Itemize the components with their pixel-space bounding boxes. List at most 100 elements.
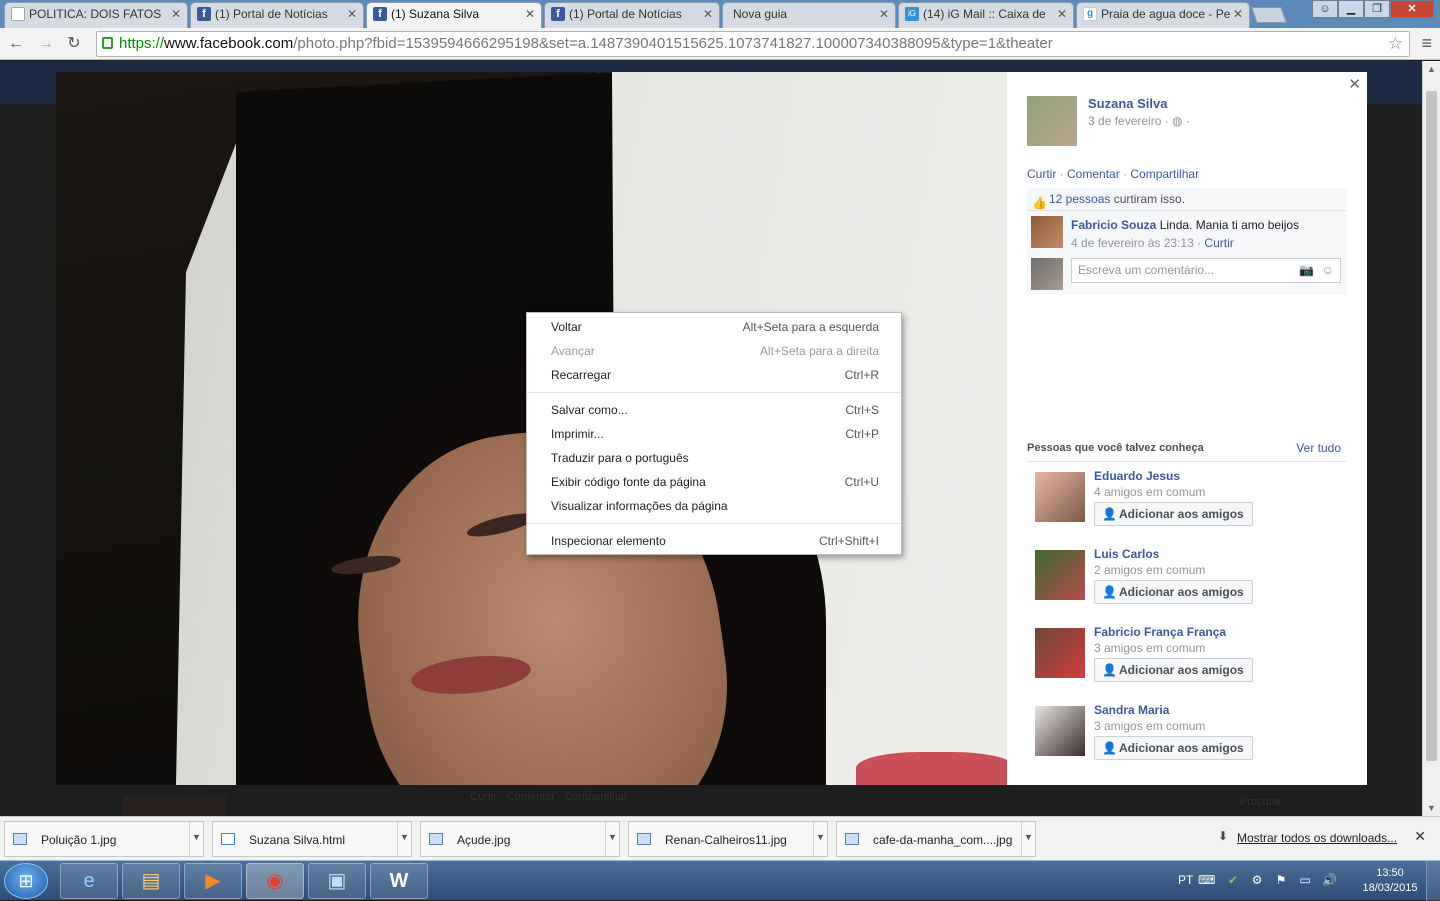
- volume-icon[interactable]: 🔊: [1322, 873, 1337, 887]
- chevron-down-icon[interactable]: ▼: [397, 822, 411, 856]
- menu-item-avancar[interactable]: Avançar Alt+Seta para a direita: [527, 340, 901, 362]
- forward-arrow-icon[interactable]: →: [36, 34, 56, 54]
- url-path: /photo.php?fbid=1539594666295198&set=a.1…: [293, 35, 1053, 52]
- mutual-friends[interactable]: 2 amigos em comum: [1094, 563, 1205, 577]
- comment-input[interactable]: Escreva um comentário... 📷 ☺: [1071, 258, 1341, 283]
- add-friend-button[interactable]: 👤 Adicionar aos amigos: [1094, 658, 1253, 682]
- menu-item-salvar-como[interactable]: Salvar como... Ctrl+S: [527, 399, 901, 421]
- monitor-icon[interactable]: ▭: [1298, 873, 1312, 887]
- comment-like-link[interactable]: Curtir: [1204, 236, 1233, 250]
- tab-label: (1) Suzana Silva: [391, 7, 480, 21]
- person-name[interactable]: Sandra Maria: [1094, 703, 1169, 717]
- close-tab-icon[interactable]: ✕: [879, 3, 889, 25]
- download-item[interactable]: Renan-Calheiros11.jpg ▼: [628, 821, 828, 857]
- chevron-down-icon[interactable]: ▼: [189, 822, 203, 856]
- menu-item-inspecionar[interactable]: Inspecionar elemento Ctrl+Shift+I: [527, 530, 901, 552]
- flag-icon[interactable]: ⚑: [1274, 873, 1288, 887]
- person-avatar[interactable]: [1035, 550, 1085, 600]
- close-tab-icon[interactable]: ✕: [525, 3, 535, 25]
- tab-ig-mail[interactable]: iG (14) iG Mail :: Caixa de ✕: [898, 2, 1074, 28]
- chevron-down-icon[interactable]: ▼: [1021, 822, 1035, 856]
- user-icon[interactable]: ☺: [1312, 0, 1338, 18]
- scroll-down-icon[interactable]: ▼: [1427, 803, 1436, 813]
- antivirus-icon[interactable]: ✔: [1226, 873, 1240, 887]
- share-link[interactable]: Compartilhar: [1130, 167, 1199, 181]
- menu-item-recarregar[interactable]: Recarregar Ctrl+R: [527, 364, 901, 386]
- chrome-icon[interactable]: ◉: [246, 863, 304, 899]
- tab-praia-agua-doce[interactable]: g Praia de agua doce - Pe ✕: [1076, 2, 1250, 28]
- person-name[interactable]: Luis Carlos: [1094, 547, 1159, 561]
- tab-portal-noticias-1[interactable]: f (1) Portal de Notícias ✕: [190, 2, 364, 28]
- add-friend-icon: 👤: [1102, 585, 1117, 599]
- menu-item-imprimir[interactable]: Imprimir... Ctrl+P: [527, 423, 901, 445]
- menu-item-codigo-fonte[interactable]: Exibir código fonte da página Ctrl+U: [527, 471, 901, 493]
- close-icon[interactable]: ✕: [1348, 75, 1361, 93]
- bookmark-star-icon[interactable]: ☆: [1388, 32, 1403, 56]
- scrollbar-thumb[interactable]: [1426, 91, 1437, 761]
- download-item[interactable]: Suzana Silva.html ▼: [212, 821, 412, 857]
- close-tab-icon[interactable]: ✕: [171, 3, 181, 25]
- close-tab-icon[interactable]: ✕: [347, 3, 357, 25]
- add-friend-button[interactable]: 👤 Adicionar aos amigos: [1094, 580, 1253, 604]
- menu-item-voltar[interactable]: Voltar Alt+Seta para a esquerda: [527, 316, 901, 338]
- start-button[interactable]: ⊞: [4, 863, 48, 899]
- page-scrollbar[interactable]: ▲ ▼: [1422, 61, 1440, 816]
- camera-icon[interactable]: 📷: [1299, 259, 1314, 282]
- show-all-downloads-link[interactable]: ⬇ Mostrar todos os downloads...: [1218, 829, 1397, 845]
- person-avatar[interactable]: [1035, 628, 1085, 678]
- author-avatar[interactable]: [1027, 96, 1077, 146]
- person-avatar[interactable]: [1035, 706, 1085, 756]
- show-desktop-button[interactable]: [1426, 861, 1440, 901]
- download-item[interactable]: Açude.jpg ▼: [420, 821, 620, 857]
- close-tab-icon[interactable]: ✕: [1233, 3, 1243, 25]
- clock[interactable]: 13:50 18/03/2015: [1350, 866, 1430, 896]
- tab-suzana-silva[interactable]: f (1) Suzana Silva ✕: [366, 2, 542, 28]
- word-icon[interactable]: W: [370, 863, 428, 899]
- likers-link[interactable]: 12 pessoas: [1049, 192, 1110, 206]
- close-icon[interactable]: ✕: [1414, 828, 1426, 845]
- see-all-link[interactable]: Ver tudo: [1296, 441, 1341, 455]
- like-link[interactable]: Curtir: [1027, 167, 1056, 181]
- chrome-menu-icon[interactable]: ≡: [1421, 33, 1432, 54]
- mutual-friends[interactable]: 4 amigos em comum: [1094, 485, 1205, 499]
- author-name[interactable]: Suzana Silva: [1088, 96, 1167, 111]
- menu-item-traduzir[interactable]: Traduzir para o português: [527, 447, 901, 469]
- file-explorer-icon[interactable]: ▤: [122, 863, 180, 899]
- add-friend-button[interactable]: 👤 Adicionar aos amigos: [1094, 502, 1253, 526]
- back-arrow-icon[interactable]: ←: [6, 34, 26, 54]
- maximize-button[interactable]: ❐: [1364, 0, 1390, 18]
- tab-portal-noticias-2[interactable]: f (1) Portal de Notícias ✕: [544, 2, 720, 28]
- download-item[interactable]: cafe-da-manha_com....jpg ▼: [836, 821, 1036, 857]
- commenter-name[interactable]: Fabricio Souza: [1071, 218, 1156, 232]
- chevron-down-icon[interactable]: ▼: [813, 822, 827, 856]
- minimize-button[interactable]: ▁: [1338, 0, 1364, 18]
- menu-item-informacoes-pagina[interactable]: Visualizar informações da página: [527, 495, 901, 517]
- address-bar[interactable]: https://www.facebook.com/photo.php?fbid=…: [96, 31, 1410, 57]
- commenter-avatar[interactable]: [1031, 216, 1063, 248]
- scroll-up-icon[interactable]: ▲: [1427, 64, 1436, 74]
- keyboard-icon[interactable]: ⌨: [1198, 873, 1215, 887]
- language-indicator[interactable]: PT: [1178, 873, 1193, 887]
- close-window-button[interactable]: ✕: [1390, 0, 1434, 18]
- photo-viewer-icon[interactable]: ▣: [308, 863, 366, 899]
- add-friend-button[interactable]: 👤 Adicionar aos amigos: [1094, 736, 1253, 760]
- mutual-friends[interactable]: 3 amigos em comum: [1094, 641, 1205, 655]
- person-avatar[interactable]: [1035, 472, 1085, 522]
- media-player-icon[interactable]: ▶: [184, 863, 242, 899]
- mutual-friends[interactable]: 3 amigos em comum: [1094, 719, 1205, 733]
- tab-nova-guia[interactable]: Nova guia ✕: [722, 2, 896, 28]
- chevron-down-icon[interactable]: ▼: [605, 822, 619, 856]
- internet-explorer-icon[interactable]: e: [60, 863, 118, 899]
- person-name[interactable]: Fabricio França França: [1094, 625, 1226, 639]
- network-icon[interactable]: ⚙: [1250, 873, 1264, 887]
- tab-politica[interactable]: POLITICA: DOIS FATOS ✕: [4, 2, 188, 28]
- close-tab-icon[interactable]: ✕: [1057, 3, 1067, 25]
- background-thumbnail: [123, 796, 226, 816]
- comment-link[interactable]: Comentar: [1067, 167, 1120, 181]
- close-tab-icon[interactable]: ✕: [703, 3, 713, 25]
- reload-icon[interactable]: ↻: [64, 34, 84, 54]
- emoji-icon[interactable]: ☺: [1322, 259, 1334, 282]
- download-item[interactable]: Poluição 1.jpg ▼: [4, 821, 204, 857]
- new-tab-button[interactable]: [1251, 7, 1287, 23]
- person-name[interactable]: Eduardo Jesus: [1094, 469, 1180, 483]
